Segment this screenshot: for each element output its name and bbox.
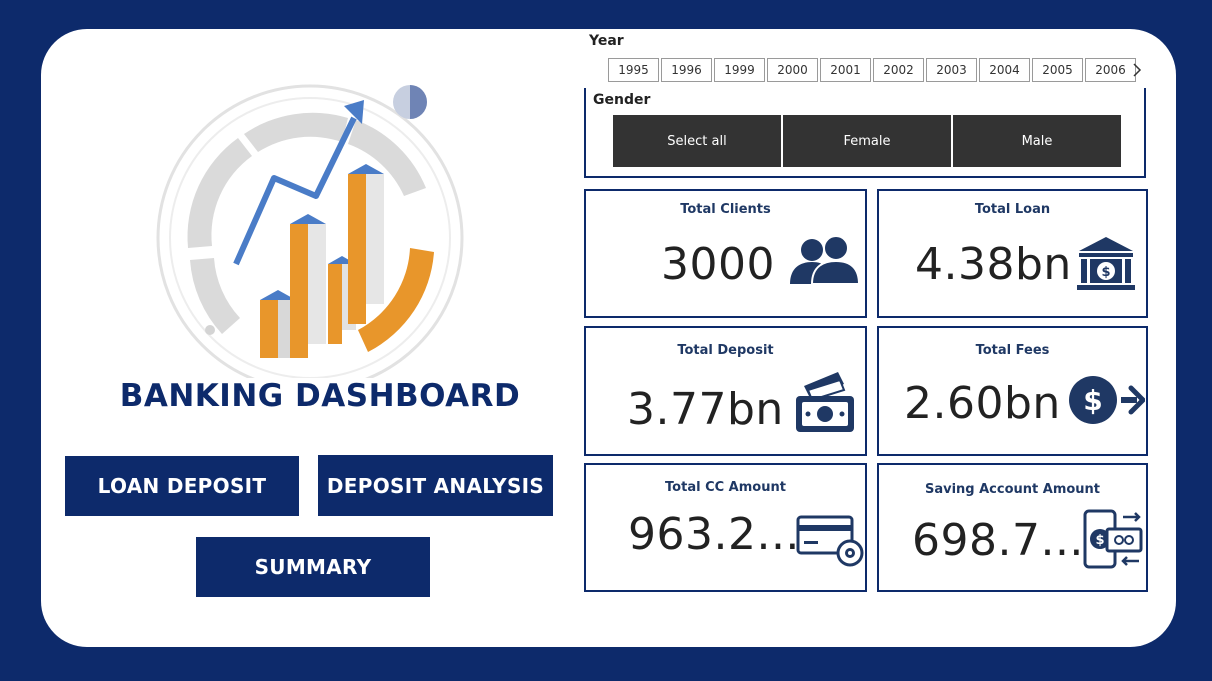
- kpi-title: Saving Account Amount: [924, 482, 1101, 497]
- credit-card-icon: [796, 515, 864, 567]
- kpi-card-saving-account-amount: Saving Account Amount 698.7... $: [877, 463, 1148, 592]
- chevron-right-icon[interactable]: [1128, 58, 1146, 82]
- kpi-title: Total CC Amount: [665, 480, 786, 495]
- bank-icon: $: [1077, 237, 1135, 290]
- svg-text:$: $: [1083, 384, 1102, 417]
- kpi-card-total-cc-amount: Total CC Amount 963.2...: [584, 463, 867, 592]
- gender-option-male[interactable]: Male: [953, 115, 1121, 167]
- kpi-card-total-loan: Total Loan 4.38bn $: [877, 189, 1148, 318]
- kpi-value: 4.38bn: [915, 239, 1072, 290]
- kpi-card-total-clients: Total Clients 3000: [584, 189, 867, 318]
- kpi-title: Total Deposit: [677, 343, 774, 358]
- year-tile[interactable]: 1996: [661, 58, 712, 82]
- kpi-title: Total Loan: [974, 202, 1051, 217]
- kpi-title: Total Fees: [975, 343, 1050, 358]
- year-tile[interactable]: 2003: [926, 58, 977, 82]
- svg-text:$: $: [1101, 265, 1110, 280]
- kpi-value: 963.2...: [628, 509, 800, 560]
- dashboard-title: BANKING DASHBOARD: [119, 378, 521, 414]
- kpi-title: Total Clients: [680, 202, 771, 217]
- kpi-card-total-fees: Total Fees 2.60bn $: [877, 326, 1148, 456]
- svg-text:$: $: [1095, 533, 1104, 548]
- year-tile[interactable]: 2002: [873, 58, 924, 82]
- gender-slicer: Select all Female Male: [613, 115, 1123, 167]
- kpi-value: 2.60bn: [904, 378, 1061, 429]
- mobile-payment-icon: $: [1083, 509, 1143, 569]
- year-tile[interactable]: 1999: [714, 58, 765, 82]
- banking-chart-logo-icon: [156, 84, 464, 378]
- gender-option-select-all[interactable]: Select all: [613, 115, 781, 167]
- kpi-value: 3000: [661, 239, 775, 290]
- gender-slicer-label: Gender: [593, 92, 651, 108]
- year-tile[interactable]: 2001: [820, 58, 871, 82]
- deposit-analysis-button[interactable]: DEPOSIT ANALYSIS: [318, 455, 553, 516]
- year-slicer: 1995 1996 1999 2000 2001 2002 2003 2004 …: [608, 58, 1138, 82]
- year-tile[interactable]: 2005: [1032, 58, 1083, 82]
- year-slicer-label: Year: [589, 33, 624, 49]
- loan-deposit-button[interactable]: LOAN DEPOSIT: [65, 456, 299, 516]
- year-tile[interactable]: 2000: [767, 58, 818, 82]
- kpi-value: 3.77bn: [627, 384, 784, 435]
- kpi-card-total-deposit: Total Deposit 3.77bn: [584, 326, 867, 456]
- kpi-value: 698.7...: [912, 515, 1084, 566]
- users-icon: [790, 235, 860, 285]
- dollar-transfer-icon: $: [1069, 376, 1145, 424]
- gender-option-female[interactable]: Female: [783, 115, 951, 167]
- year-tile[interactable]: 1995: [608, 58, 659, 82]
- year-tile[interactable]: 2004: [979, 58, 1030, 82]
- summary-button[interactable]: SUMMARY: [196, 537, 430, 597]
- cash-payment-icon: [796, 372, 854, 432]
